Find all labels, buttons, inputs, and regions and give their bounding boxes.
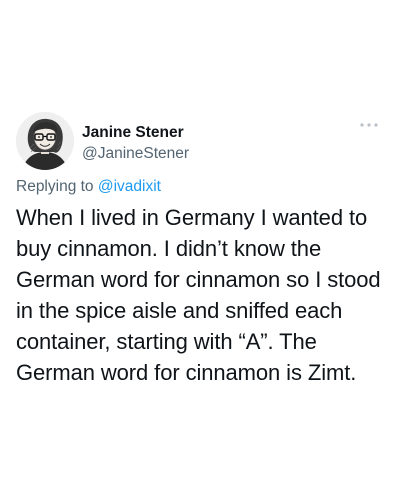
tweet-text: When I lived in Germany I wanted to buy … (16, 205, 381, 385)
tweet-author: Janine Stener @JanineStener (82, 124, 189, 163)
tweet-card: Janine Stener @JanineStener Replying to … (0, 0, 400, 500)
replying-to-line: Replying to @ivadixit (16, 177, 161, 197)
avatar[interactable] (16, 112, 74, 170)
reply-mention-link[interactable]: @ivadixit (98, 178, 161, 195)
author-handle[interactable]: @JanineStener (82, 145, 189, 163)
avatar-portrait-icon (16, 112, 74, 170)
author-display-name[interactable]: Janine Stener (82, 124, 189, 142)
replying-to-label: Replying to (16, 178, 94, 195)
more-options-icon[interactable] (358, 118, 380, 132)
